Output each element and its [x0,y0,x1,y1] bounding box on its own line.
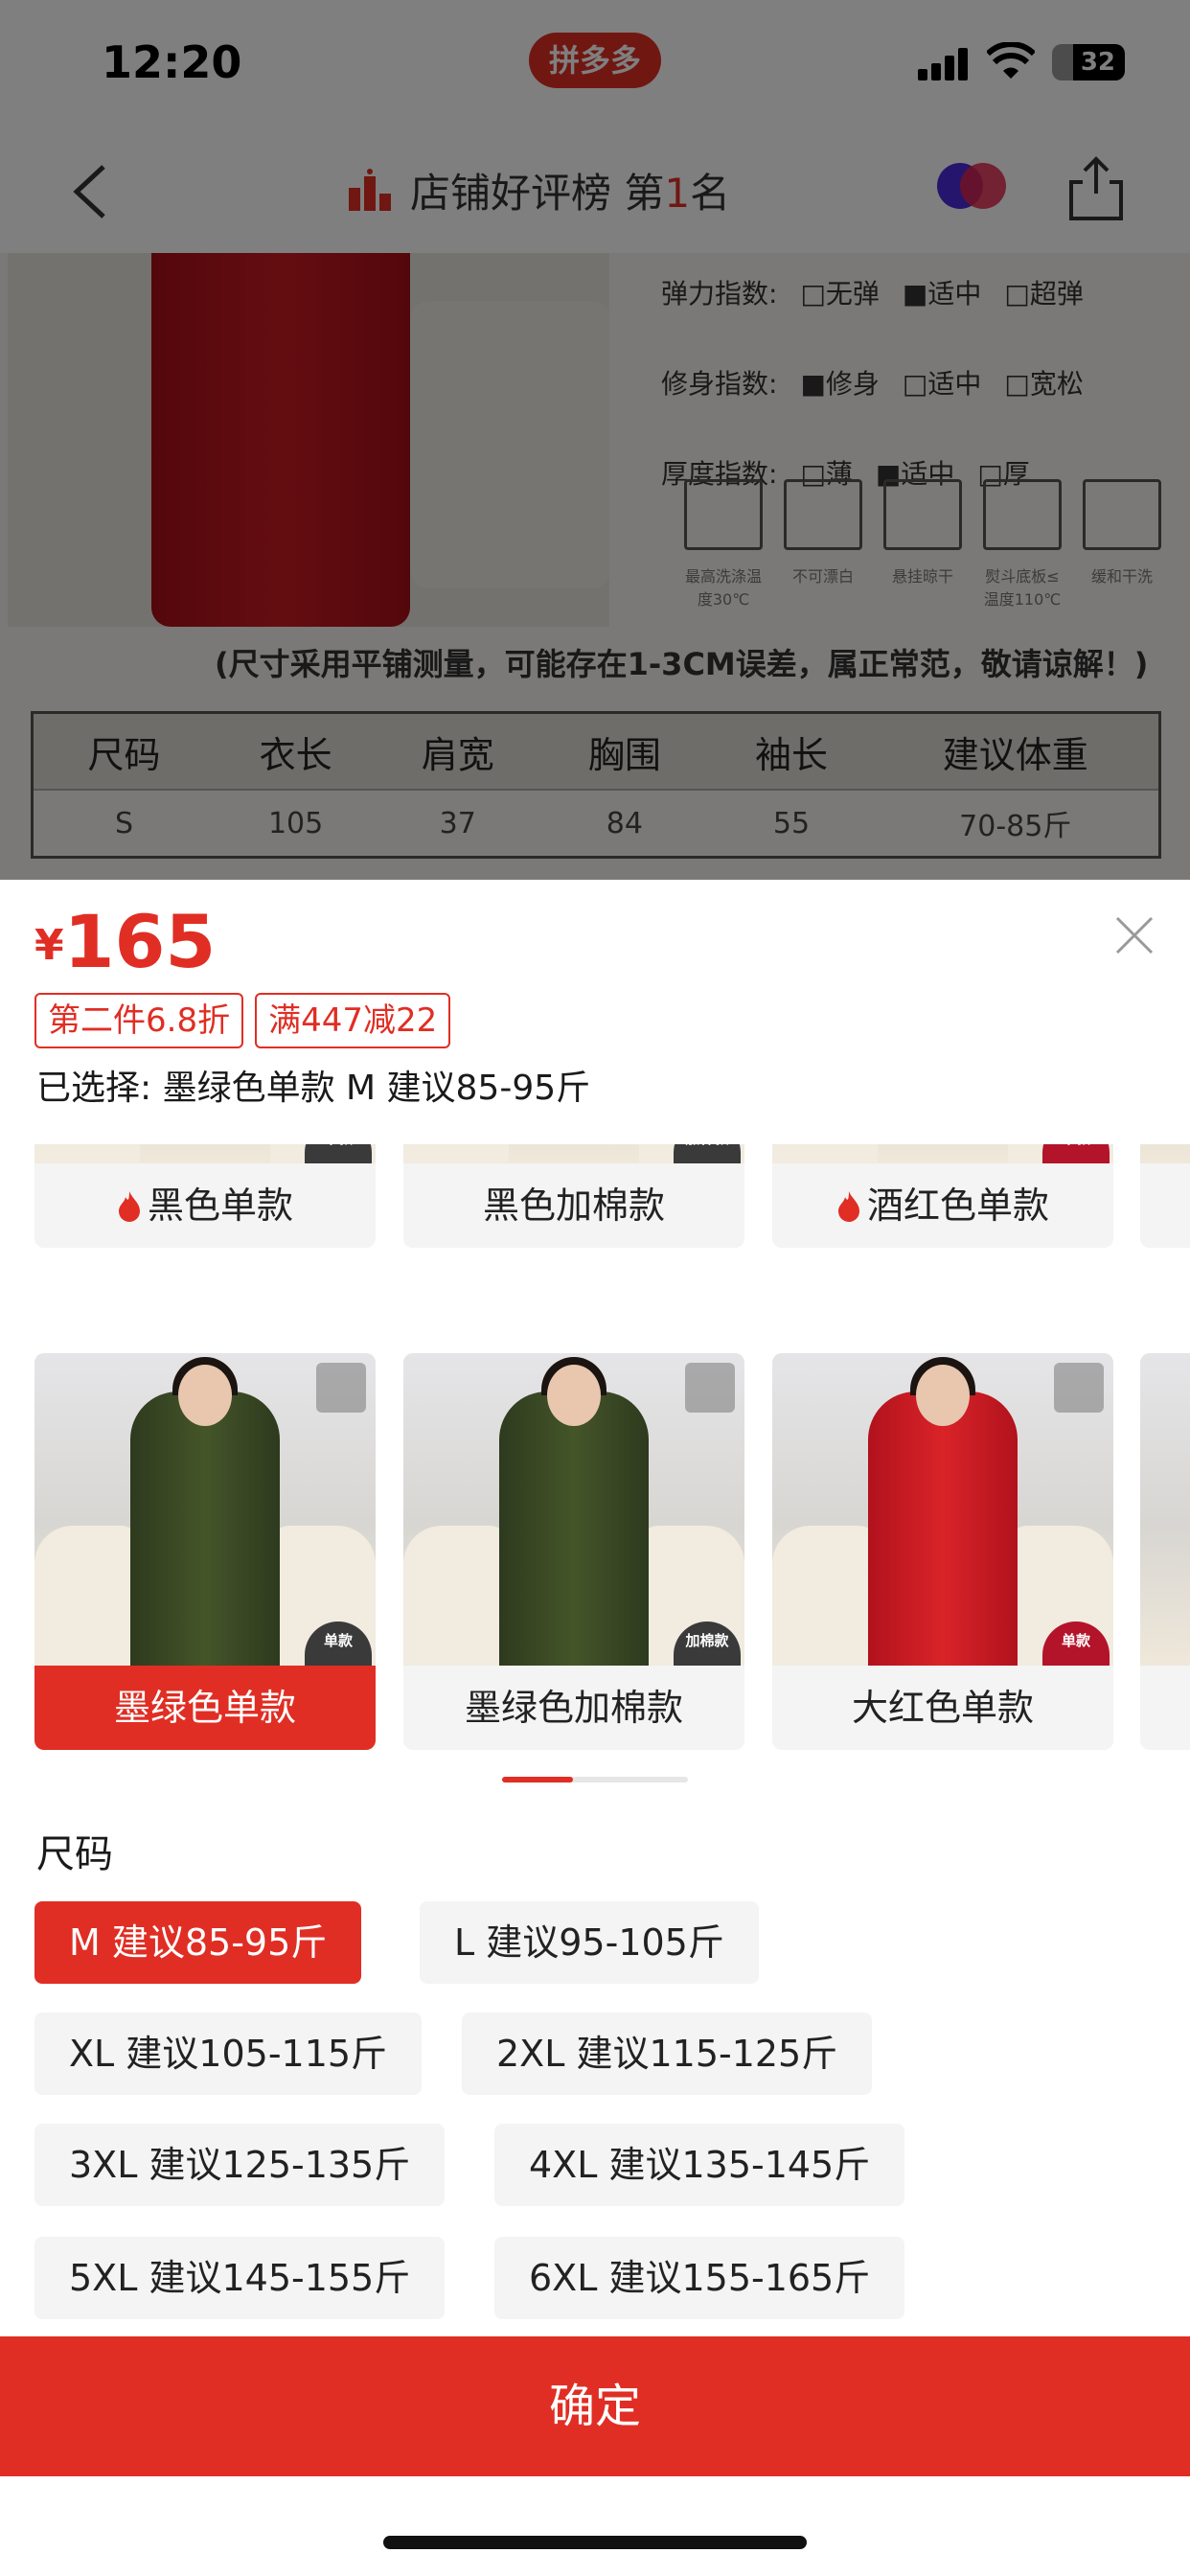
promo-tag: 第二件6.8折 [34,993,244,1048]
expand-icon[interactable] [685,1363,735,1413]
variant-label: 墨绿色单款 [34,1666,376,1750]
size-option[interactable]: M 建议85-95斤 [34,1901,362,1984]
variant-option[interactable]: 加棉款 黑色加棉款 [403,1144,744,1248]
close-icon[interactable] [1113,914,1156,956]
variant-label: 大红色单款 [772,1666,1113,1750]
hot-flame-icon [118,1191,140,1222]
promo-tag: 满447减22 [255,993,451,1048]
size-section-title: 尺码 [36,1832,113,1876]
variant-option[interactable]: 单款 大红色单款 [772,1353,1113,1750]
size-option[interactable]: 2XL 建议115-125斤 [462,2012,873,2095]
variant-option-peek[interactable] [1140,1353,1190,1750]
sku-selection-sheet: ¥165 第二件6.8折 满447减22 已选择: 墨绿色单款 M 建议85-9… [0,880,1190,2576]
size-option[interactable]: 3XL 建议125-135斤 [34,2124,446,2206]
variant-option-peek[interactable] [1140,1144,1190,1248]
size-option[interactable]: L 建议95-105斤 [420,1901,759,1984]
confirm-button[interactable]: 确定 [0,2336,1190,2476]
variant-option[interactable]: 单款 黑色单款 [34,1144,376,1248]
variant-scroll-thumb [502,1777,573,1782]
price: ¥165 [34,899,216,984]
variant-label: 黑色加棉款 [482,1184,665,1227]
selected-summary: 已选择: 墨绿色单款 M 建议85-95斤 [36,1069,591,1108]
variant-label: 黑色单款 [147,1184,293,1227]
variant-label: 酒红色单款 [866,1184,1049,1227]
variant-label: 墨绿色加棉款 [403,1666,744,1750]
hot-flame-icon [837,1191,859,1222]
price-currency: ¥ [34,921,64,970]
variant-row-top: 单款 黑色单款 加棉款 黑色加棉款 单款 酒红色单款 [0,1144,1190,1248]
size-option[interactable]: 5XL 建议145-155斤 [34,2237,446,2319]
variant-scroll-indicator [502,1777,688,1782]
size-option[interactable]: 6XL 建议155-165斤 [494,2237,905,2319]
expand-icon[interactable] [316,1363,366,1413]
promo-tags: 第二件6.8折 满447减22 [34,993,451,1048]
home-indicator[interactable] [383,2536,807,2549]
variant-badge: 加棉款 [674,1144,741,1163]
size-option[interactable]: XL 建议105-115斤 [34,2012,423,2095]
variant-badge: 单款 [1042,1144,1110,1163]
variant-badge: 单款 [305,1144,372,1163]
variant-option[interactable]: 单款 墨绿色单款 [34,1353,376,1750]
variant-option[interactable]: 加棉款 墨绿色加棉款 [403,1353,744,1750]
dim-overlay[interactable] [0,0,1190,882]
price-value: 165 [63,899,217,984]
variant-row-bottom: 单款 墨绿色单款 加棉款 墨绿色加棉款 单款 大红色单款 [0,1353,1190,1765]
variant-option[interactable]: 单款 酒红色单款 [772,1144,1113,1248]
expand-icon[interactable] [1054,1363,1104,1413]
size-option[interactable]: 4XL 建议135-145斤 [494,2124,905,2206]
